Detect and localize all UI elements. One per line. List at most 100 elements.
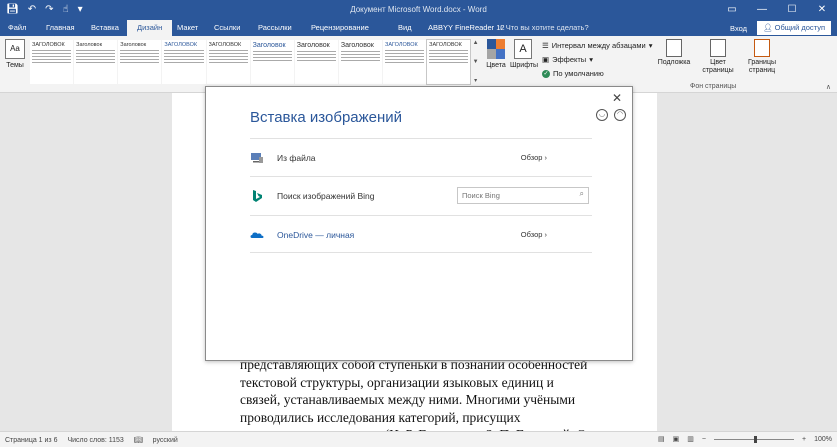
- browse-file-button[interactable]: Обзор ›: [521, 153, 547, 162]
- watermark-icon: [666, 39, 682, 57]
- watermark-button[interactable]: Подложка: [656, 39, 692, 75]
- maximize-button[interactable]: ☐: [777, 0, 807, 20]
- title-bar: 💾︎ ↶ ↷ ☝︎ ▾ Документ Microsoft Word.docx…: [0, 0, 837, 20]
- minimize-button[interactable]: —: [747, 0, 777, 20]
- gallery-up-icon[interactable]: ▲: [471, 40, 480, 46]
- zoom-slider-thumb[interactable]: [754, 435, 757, 443]
- style-set-thumb[interactable]: Заголовок: [338, 40, 382, 84]
- close-button[interactable]: ✕: [807, 0, 837, 20]
- zoom-level[interactable]: 100%: [814, 436, 832, 443]
- paragraph-spacing-button[interactable]: ☰ Интервал между абзацами ▾: [542, 39, 652, 53]
- chevron-down-icon: ▾: [648, 41, 653, 50]
- login-link[interactable]: Вход: [730, 24, 747, 33]
- ribbon-design: Aa Темы ЗАГОЛОВОК Заголовок Заголовок ЗА…: [0, 36, 837, 93]
- tab-view[interactable]: Вид: [398, 20, 412, 36]
- page-borders-icon: [754, 39, 770, 57]
- ribbon-tabs: Файл Главная Вставка Дизайн Макет Ссылки…: [0, 20, 837, 36]
- effects-button[interactable]: ▣ Эффекты ▾: [542, 53, 652, 67]
- onedrive-row[interactable]: OneDrive — личная Обзор ›: [250, 215, 592, 253]
- bing-search-row: Поиск изображений Bing ⌕: [250, 176, 592, 214]
- tell-me-search[interactable]: ♀︎ Что вы хотите сделать?: [498, 20, 589, 36]
- themes-button[interactable]: Aa Темы: [3, 39, 27, 69]
- language[interactable]: русский: [153, 437, 178, 444]
- share-label: Общий доступ: [774, 23, 825, 32]
- style-set-thumb[interactable]: ЗАГОЛОВОК: [162, 40, 206, 84]
- tab-file[interactable]: Файл: [8, 20, 26, 36]
- text-line: проводились исследования категорий, прис…: [240, 409, 521, 425]
- bing-icon: [253, 190, 262, 202]
- style-set-thumb[interactable]: ЗАГОЛОВОК: [383, 40, 427, 84]
- style-set-thumb[interactable]: Заголовок: [74, 40, 118, 84]
- read-mode-icon[interactable]: ▤: [658, 435, 665, 443]
- text-line: связей, устанавливаемых между ними. Мног…: [240, 392, 576, 407]
- smile-icon[interactable]: ◡: [596, 109, 608, 121]
- dialog-title: Вставка изображений: [250, 109, 403, 126]
- frown-icon[interactable]: ◠: [614, 109, 626, 121]
- ribbon-display-button[interactable]: ▭: [717, 0, 747, 20]
- page-color-button[interactable]: Цвет страницы: [700, 39, 736, 75]
- set-default-button[interactable]: ✓ По умолчанию: [542, 67, 652, 81]
- style-set-thumb[interactable]: ЗАГОЛОВОК: [206, 40, 250, 84]
- style-set-gallery: ЗАГОЛОВОК Заголовок Заголовок ЗАГОЛОВОК …: [30, 39, 480, 85]
- swatch: [496, 39, 505, 49]
- style-set-thumb[interactable]: ЗАГОЛОВОК: [30, 40, 74, 84]
- tab-review[interactable]: Рецензирование: [311, 20, 369, 36]
- colors-button[interactable]: Цвета: [484, 39, 508, 69]
- colors-label: Цвета: [486, 62, 506, 69]
- swatch: [487, 39, 496, 49]
- bing-search-input[interactable]: [458, 188, 570, 203]
- tab-layout[interactable]: Макет: [177, 20, 198, 36]
- style-set-thumb[interactable]: Заголовок: [118, 40, 162, 84]
- style-set-thumb[interactable]: Заголовок: [250, 40, 294, 84]
- account-area: Вход 👤︎ Общий доступ: [730, 20, 831, 36]
- collapse-ribbon-icon[interactable]: ∧: [826, 83, 831, 91]
- page-borders-button[interactable]: Границы страниц: [744, 39, 780, 75]
- page-color-icon: [710, 39, 726, 57]
- print-layout-icon[interactable]: ▣: [673, 435, 680, 443]
- window-controls: ▭ — ☐ ✕: [717, 0, 837, 20]
- status-right: ▤ ▣ ▥ − + 100%: [658, 435, 832, 443]
- tab-design[interactable]: Дизайн: [127, 20, 173, 36]
- gallery-more-icon[interactable]: ▾: [471, 77, 480, 84]
- fonts-label: Шрифты: [510, 62, 539, 69]
- tab-mailings[interactable]: Рассылки: [258, 20, 292, 36]
- swatch: [487, 49, 496, 59]
- tab-insert[interactable]: Вставка: [91, 20, 119, 36]
- fonts-button[interactable]: A Шрифты: [510, 39, 539, 69]
- page-count[interactable]: Страница 1 из 6: [5, 437, 57, 444]
- proofing-icon[interactable]: 📖︎: [134, 436, 143, 444]
- tab-references[interactable]: Ссылки: [214, 20, 240, 36]
- computer-icon: [251, 153, 263, 163]
- zoom-slider[interactable]: [714, 435, 794, 443]
- browse-onedrive-button[interactable]: Обзор ›: [521, 230, 547, 239]
- from-file-label: Из файла: [277, 153, 316, 163]
- zoom-out-icon[interactable]: −: [702, 436, 706, 443]
- style-set-thumb[interactable]: ЗАГОЛОВОК: [426, 39, 472, 85]
- chevron-down-icon: ▾: [589, 55, 593, 64]
- page-background-group: Подложка Цвет страницы Границы страниц: [656, 39, 780, 75]
- search-icon[interactable]: ⌕: [580, 189, 584, 199]
- lightbulb-icon: ♀︎: [498, 23, 506, 32]
- onedrive-cloud-icon: [250, 232, 264, 238]
- onedrive-label: OneDrive — личная: [277, 230, 355, 240]
- bing-search-box: ⌕: [457, 187, 589, 204]
- gallery-down-icon[interactable]: ▼: [471, 59, 480, 65]
- word-count[interactable]: Число слов: 1153: [67, 437, 123, 444]
- insert-pictures-dialog: ✕ Вставка изображений ◡ ◠ Из файла Обзор…: [205, 86, 633, 361]
- close-icon[interactable]: ✕: [612, 91, 622, 105]
- person-icon: 👤︎: [763, 23, 775, 32]
- zoom-in-icon[interactable]: +: [802, 436, 806, 443]
- from-file-row[interactable]: Из файла Обзор ›: [250, 138, 592, 176]
- style-set-thumb[interactable]: Заголовок: [294, 40, 338, 84]
- themes-icon: Aa: [5, 39, 25, 59]
- status-left: Страница 1 из 6 Число слов: 1153 📖︎ русс…: [5, 436, 178, 445]
- document-formatting-options: ☰ Интервал между абзацами ▾ ▣ Эффекты ▾ ✓ По …: [542, 39, 652, 81]
- tab-home[interactable]: Главная: [46, 20, 75, 36]
- share-button[interactable]: 👤︎ Общий доступ: [757, 21, 831, 35]
- gallery-scroll: ▲ ▼ ▾: [471, 40, 480, 84]
- tab-abbyy[interactable]: ABBYY FineReader 12: [428, 20, 505, 36]
- spacing-icon: ☰: [542, 41, 549, 50]
- themes-label: Темы: [6, 62, 24, 69]
- bing-search-label: Поиск изображений Bing: [277, 191, 375, 201]
- web-layout-icon[interactable]: ▥: [687, 435, 694, 443]
